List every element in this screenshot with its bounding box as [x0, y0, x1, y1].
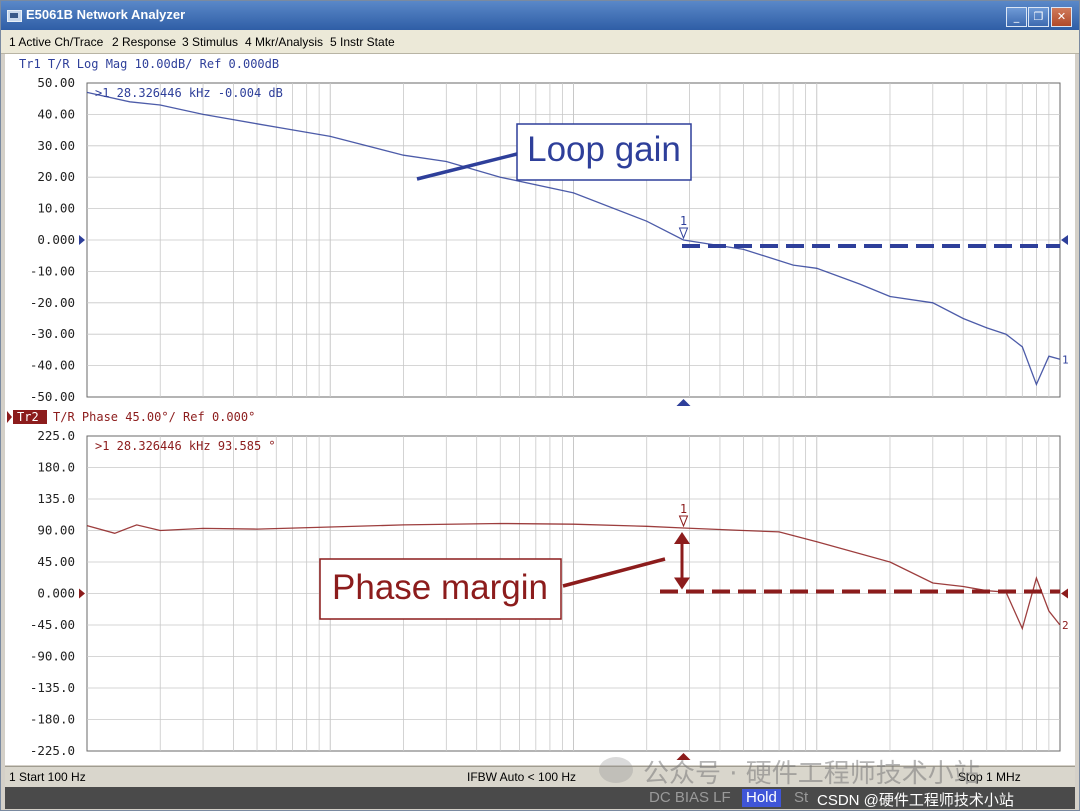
app-icon	[7, 10, 22, 22]
menu-bar: 1 Active Ch/Trace 2 Response 3 Stimulus …	[1, 30, 1079, 54]
trace1-y-tick-label: -40.00	[30, 358, 75, 373]
restore-button[interactable]: ❐	[1028, 7, 1049, 27]
indicator-bar: DC BIAS LF Hold St CSDN @硬件工程师技术小站	[5, 787, 1075, 809]
trace2-ref-arrow-right-icon	[1061, 588, 1068, 599]
trace2-active-arrow-icon	[7, 411, 12, 423]
trace1-header[interactable]: Tr1 T/R Log Mag 10.00dB/ Ref 0.000dB	[19, 57, 279, 71]
trace2-y-tick-label: -135.0	[30, 680, 75, 695]
trace2-y-tick-label: 0.000	[37, 586, 75, 601]
ifbw-setting[interactable]: IFBW Auto < 100 Hz	[467, 770, 576, 784]
csdn-watermark: CSDN @硬件工程师技术小站	[817, 792, 1014, 809]
network-analyzer-window: E5061B Network Analyzer _ ❐ ✕ 1 Active C…	[0, 0, 1080, 811]
trace2-y-tick-label: -45.00	[30, 617, 75, 632]
wechat-watermark: 公众号 · 硬件工程师技术小站	[643, 759, 980, 789]
trace1-y-tick-label: -30.00	[30, 326, 75, 341]
dc-bias-indicator: DC BIAS LF	[649, 789, 731, 806]
trace1-y-tick-label: -20.00	[30, 295, 75, 310]
trace1-y-tick-label: 40.00	[37, 106, 75, 121]
measurement-display: Tr1 T/R Log Mag 10.00dB/ Ref 0.000dB >1 …	[5, 54, 1075, 765]
trace2-y-tick-label: 180.0	[37, 460, 75, 475]
trace2-marker-readout: >1 28.326446 kHz 93.585 °	[95, 439, 276, 453]
trace2-y-tick-label: 90.00	[37, 523, 75, 538]
trace2-end-label: 2	[1062, 619, 1069, 632]
title-bar: E5061B Network Analyzer _ ❐ ✕	[1, 1, 1079, 30]
hold-indicator[interactable]: Hold	[742, 789, 781, 807]
loop-gain-callout-text: Loop gain	[527, 130, 681, 169]
plot-canvas: Tr1 T/R Log Mag 10.00dB/ Ref 0.000dB >1 …	[7, 57, 1069, 760]
trace2-ref-arrow-icon	[79, 588, 85, 599]
status-indicator: St	[794, 789, 809, 806]
trace2-marker-label: 1	[680, 502, 687, 516]
menu-stimulus[interactable]: 3 Stimulus	[182, 35, 238, 49]
trace2-y-tick-label: 45.00	[37, 554, 75, 569]
trace1-y-tick-label: -10.00	[30, 263, 75, 278]
trace1-marker-readout: >1 28.326446 kHz -0.004 dB	[95, 86, 283, 100]
trace1-y-tick-label: 0.000	[37, 232, 75, 247]
trace2-tag: Tr2	[17, 410, 39, 424]
trace1-marker-label: 1	[680, 214, 687, 228]
trace2-y-tick-label: -225.0	[30, 743, 75, 758]
trace1-y-tick-label: -50.00	[30, 389, 75, 404]
phase-margin-callout-text: Phase margin	[332, 568, 548, 607]
menu-active-ch-trace[interactable]: 1 Active Ch/Trace	[9, 35, 103, 49]
menu-response[interactable]: 2 Response	[112, 35, 176, 49]
trace2-header[interactable]: T/R Phase 45.00°/ Ref 0.000°	[53, 410, 255, 424]
trace1-y-tick-label: 20.00	[37, 169, 75, 184]
trace2-y-tick-label: -90.00	[30, 649, 75, 664]
close-button[interactable]: ✕	[1051, 7, 1072, 27]
wechat-icon	[599, 757, 633, 783]
window-title: E5061B Network Analyzer	[26, 7, 186, 22]
start-frequency[interactable]: 1 Start 100 Hz	[9, 770, 86, 784]
trace1-x-marker-icon	[676, 399, 691, 406]
trace1-y-tick-label: 30.00	[37, 138, 75, 153]
trace2-y-tick-label: 225.0	[37, 428, 75, 443]
trace1-ref-arrow-right-icon	[1061, 235, 1068, 245]
menu-mkr-analysis[interactable]: 4 Mkr/Analysis	[245, 35, 323, 49]
trace2-y-tick-label: -180.0	[30, 712, 75, 727]
trace1-end-label: 1	[1062, 353, 1069, 366]
menu-instr-state[interactable]: 5 Instr State	[330, 35, 395, 49]
trace1-y-tick-label: 50.00	[37, 75, 75, 90]
trace1-y-tick-label: 10.00	[37, 201, 75, 216]
minimize-button[interactable]: _	[1006, 7, 1027, 27]
trace2-y-tick-label: 135.0	[37, 491, 75, 506]
trace1-ref-arrow-icon	[79, 235, 85, 245]
